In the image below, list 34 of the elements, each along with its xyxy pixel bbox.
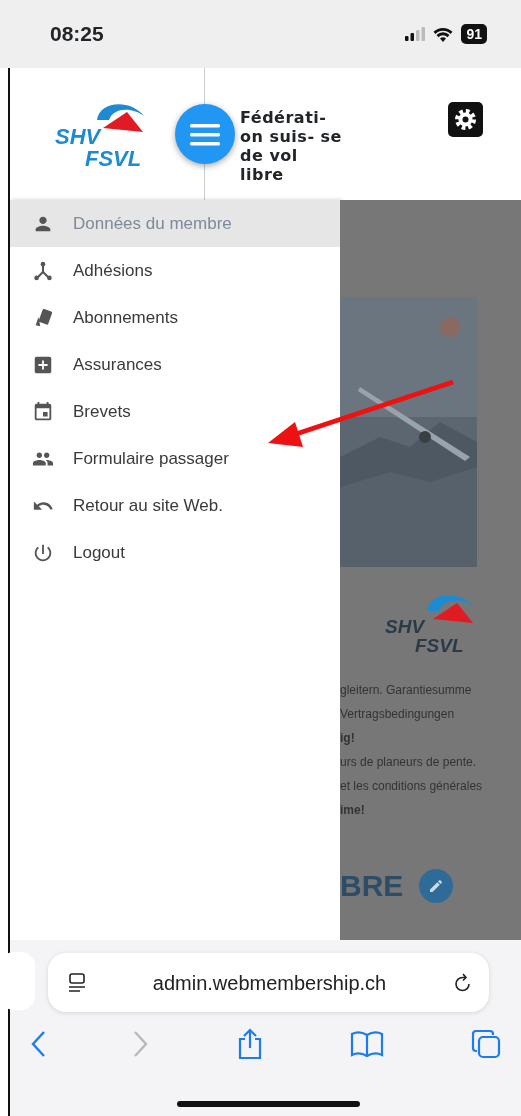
- settings-icon[interactable]: [448, 102, 483, 137]
- page-text: gleitern. Garantiesumme: [340, 683, 472, 697]
- back-icon[interactable]: [30, 1030, 46, 1058]
- signal-icon: [405, 27, 426, 41]
- page-heading: BRE: [340, 868, 404, 904]
- pencil-icon: [428, 878, 445, 895]
- menu-item[interactable]: Adhésions: [10, 247, 340, 294]
- book-icon[interactable]: [350, 1030, 385, 1058]
- tabs-icon[interactable]: [471, 1029, 501, 1059]
- menu-item[interactable]: Assurances: [10, 341, 340, 388]
- menu-item[interactable]: Retour au site Web.: [10, 482, 340, 529]
- site-title: Fédérati- on suis- se de vol libre: [240, 108, 343, 186]
- logo: SHV FSVL: [385, 589, 521, 655]
- menu-item[interactable]: Logout: [10, 529, 340, 576]
- address-bar[interactable]: admin.webmembership.ch: [48, 953, 489, 1012]
- calendar-icon: [32, 400, 54, 423]
- menu-item[interactable]: Abonnements: [10, 294, 340, 341]
- reader-icon[interactable]: [68, 972, 86, 993]
- battery-indicator: 91: [461, 24, 487, 44]
- url-text: admin.webmembership.ch: [151, 970, 388, 996]
- logo: SHV FSVL: [55, 98, 159, 170]
- page-text: et les conditions générales: [340, 779, 483, 793]
- clock-time: 08:25: [50, 21, 104, 48]
- menu-item[interactable]: Formulaire passager: [10, 435, 340, 482]
- page-text: urs de planeurs de pente.: [340, 755, 477, 769]
- page-text: ime!: [340, 803, 365, 817]
- edit-button[interactable]: [419, 868, 454, 903]
- nodes-icon: [32, 259, 54, 282]
- wifi-icon: [433, 26, 454, 42]
- menu-item[interactable]: Brevets: [10, 388, 340, 435]
- page-text: Vertragsbedingungen: [340, 707, 455, 721]
- page-text: ig!: [340, 731, 355, 745]
- menu-icon: [190, 123, 220, 146]
- menu-button[interactable]: [175, 104, 235, 164]
